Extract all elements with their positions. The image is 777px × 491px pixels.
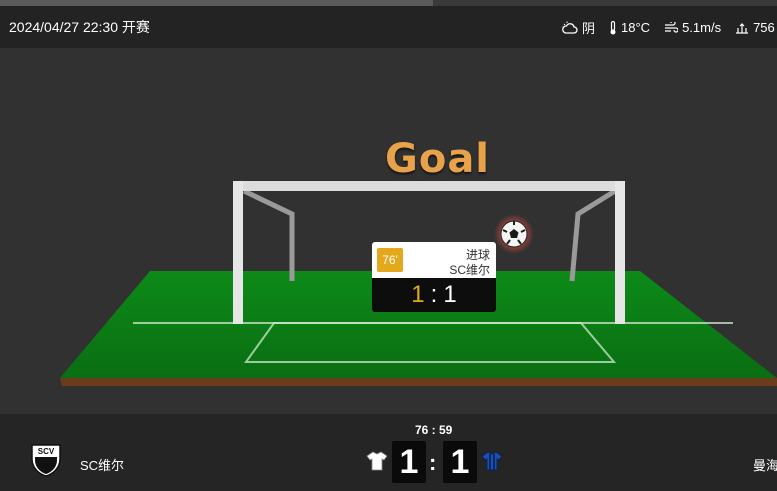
scoreboard: SCV SC维尔 76 : 59 1 : 1 曼海 (0, 414, 777, 491)
match-animation-stage: Goal 76' 进球 SC维尔 1:1 (0, 48, 777, 414)
wind-speed-text: 5.1m/s (682, 20, 722, 35)
weather-info: 阴 18°C 5.1m/s 756 (562, 18, 777, 37)
away-team-name[interactable]: 曼海 (753, 455, 777, 474)
pitch-illustration (60, 181, 777, 386)
pressure-icon (736, 22, 749, 34)
home-score: 1 (392, 441, 426, 483)
home-jersey-icon (366, 451, 388, 471)
event-minute-badge: 76' (377, 248, 403, 272)
event-score-home: 1 (411, 281, 425, 308)
air-pressure-text: 756 (753, 20, 775, 35)
weather-condition-text: 阴 (582, 21, 596, 36)
air-pressure: 756 (735, 20, 775, 35)
away-score: 1 (443, 441, 477, 483)
home-team-logo: SCV (31, 444, 61, 477)
temperature: 18°C (609, 20, 650, 35)
event-score: 1:1 (372, 278, 496, 312)
wind-icon (665, 21, 679, 33)
soccer-ball-icon (500, 220, 528, 248)
event-team: SC维尔 (449, 263, 490, 277)
event-card-header: 76' 进球 SC维尔 (372, 242, 496, 278)
score-separator: : (429, 450, 437, 475)
home-logo-text: SCV (38, 447, 55, 456)
thermometer-icon (610, 20, 616, 34)
pitch-dirt-edge (60, 378, 777, 386)
home-team-name[interactable]: SC维尔 (80, 455, 124, 474)
weather-condition: 阴 (562, 18, 595, 37)
kickoff-time: 2024/04/27 22:30 开赛 (9, 19, 150, 35)
event-score-separator: : (430, 281, 438, 308)
match-clock: 76 : 59 (415, 423, 453, 437)
cloudy-icon (562, 21, 578, 34)
goal-event-card: 76' 进球 SC维尔 1:1 (372, 242, 496, 312)
match-info-bar: 2024/04/27 22:30 开赛 阴 18°C 5.1m/s 756 (0, 6, 777, 48)
wind-speed: 5.1m/s (664, 20, 721, 35)
temperature-text: 18°C (621, 20, 651, 35)
goal-title: Goal (385, 136, 491, 182)
event-score-away: 1 (443, 281, 457, 308)
away-jersey-icon (481, 451, 503, 471)
